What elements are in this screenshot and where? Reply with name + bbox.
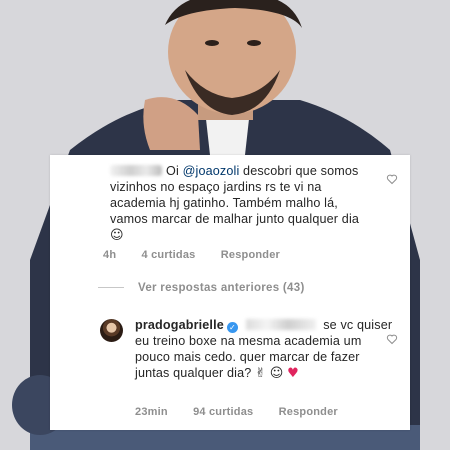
comment-1-meta: 4h 4 curtidas Responder — [103, 249, 302, 261]
victory-hand-emoji: ✌ — [255, 366, 267, 381]
comment-1-time: 4h — [103, 249, 117, 261]
username[interactable]: pradogabrielle — [135, 318, 224, 332]
view-previous-label[interactable]: Ver respostas anteriores (43) — [138, 282, 305, 294]
comment-1-likes[interactable]: 4 curtidas — [142, 249, 196, 261]
mention-link[interactable]: @joaozoli — [183, 164, 240, 178]
heart-outline-icon[interactable] — [386, 333, 398, 345]
comment-2-meta: 23min 94 curtidas Responder — [135, 406, 360, 418]
blurred-mention — [245, 319, 316, 330]
view-previous-replies[interactable]: Ver respostas anteriores (43) — [98, 282, 305, 294]
divider-line — [98, 287, 124, 289]
comment-2-reply-button[interactable]: Responder — [279, 406, 338, 418]
greeting: Oi — [166, 164, 179, 178]
blush-emoji: ☺ — [110, 228, 124, 243]
blurred-username — [110, 165, 162, 176]
comment-2-text: pradogabrielle ✓ se vc quiser eu treino b… — [135, 317, 397, 382]
verified-badge-icon: ✓ — [226, 322, 238, 333]
comment-card: Oi @joaozoli descobri que somos vizinhos… — [50, 155, 410, 430]
comment-1-text: Oi @joaozoli descobri que somos vizinhos… — [110, 163, 372, 244]
avatar[interactable] — [100, 319, 123, 342]
comment-2-likes[interactable]: 94 curtidas — [193, 406, 253, 418]
kiss-emoji: ☺ — [269, 366, 284, 381]
heart-outline-icon[interactable] — [386, 173, 398, 185]
comment-1-reply-button[interactable]: Responder — [221, 249, 280, 261]
red-heart-emoji: ♥ — [287, 366, 299, 381]
comment-2-time: 23min — [135, 406, 168, 418]
